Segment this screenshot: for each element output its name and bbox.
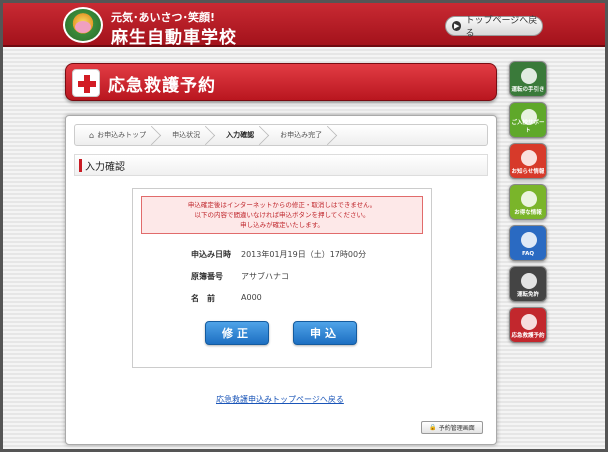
reservation-management-button[interactable]: 🔒 予約管理画面 — [421, 421, 483, 434]
warning-message: 申込確定後はインターネットからの修正・取消しはできません。 以下の内容で間違いな… — [141, 196, 423, 234]
sidebar-item-deals[interactable]: お得な情報 — [509, 184, 547, 220]
back-to-top-link[interactable]: 応急救護申込みトップページへ戻る — [216, 394, 344, 405]
warning-line: 申込確定後はインターネットからの修正・取消しはできません。 — [187, 201, 377, 209]
detail-value: アサブハナコ — [241, 272, 289, 281]
breadcrumb-item-complete: お申込み完了 — [266, 125, 334, 145]
red-cross-icon — [72, 69, 100, 97]
detail-value: 2013年01月19日（土）17時00分 — [241, 250, 367, 259]
home-icon: ⌂ — [89, 130, 95, 140]
breadcrumb-label: 入力確認 — [226, 131, 255, 139]
sidebar-item-support[interactable]: ご入校サポート — [509, 102, 547, 138]
sidebar-item-manual[interactable]: 運転の手引き — [509, 61, 547, 97]
breadcrumb-item-confirm: 入力確認 — [212, 125, 266, 145]
breadcrumb-label: 申込状況 — [172, 131, 201, 139]
sidebar-item-label: お得な情報 — [514, 210, 542, 216]
section-heading: 入力確認 — [74, 154, 488, 176]
sidebar-item-label: ご入校サポート — [511, 120, 545, 134]
sidebar-item-license[interactable]: 運転免許 — [509, 266, 547, 302]
lock-icon: 🔒 — [429, 424, 437, 431]
warning-line: 以下の内容で間違いなければ申込ボタンを押してください。 — [194, 211, 370, 219]
school-mascot-logo[interactable] — [63, 7, 103, 43]
warning-line: 申し込みが確定いたします。 — [240, 221, 324, 229]
breadcrumb-label: お申込み完了 — [280, 131, 323, 139]
detail-label: 名 前 — [191, 294, 215, 303]
submit-button[interactable]: 申込 — [293, 321, 357, 345]
breadcrumb-item-status[interactable]: 申込状況 — [158, 125, 212, 145]
play-arrow-icon: ▶ — [452, 21, 462, 31]
first-aid-icon — [521, 314, 537, 330]
sidebar-item-label: 応急救護予約 — [511, 333, 545, 339]
faq-icon — [521, 232, 537, 248]
page-banner: 応急救護予約 — [65, 63, 497, 101]
manual-icon — [521, 68, 537, 84]
sidebar-item-faq[interactable]: FAQ — [509, 225, 547, 261]
sidebar-item-label: FAQ — [521, 251, 535, 257]
detail-row-ledger-number: 原簿番号 アサブハナコ — [191, 271, 289, 282]
sidebar-item-label: 運転の手引き — [511, 87, 545, 93]
detail-row-datetime: 申込み日時 2013年01月19日（土）17時00分 — [191, 249, 366, 260]
deal-icon — [521, 191, 537, 207]
page-title: 応急救護予約 — [108, 76, 216, 96]
site-header: 元気･あいさつ･笑顔! 麻生自動車学校 ▶ トップページへ戻る — [3, 3, 605, 48]
detail-label: 原簿番号 — [191, 272, 223, 281]
info-icon — [521, 150, 537, 166]
license-icon — [521, 273, 537, 289]
sidebar-item-label: 運転免許 — [516, 292, 539, 298]
school-name[interactable]: 麻生自動車学校 — [111, 23, 237, 48]
detail-value: A000 — [241, 293, 262, 302]
page-frame: 元気･あいさつ･笑顔! 麻生自動車学校 ▶ トップページへ戻る 応急救護予約 ⌂… — [0, 0, 608, 452]
breadcrumb-item-top[interactable]: ⌂ お申込みトップ — [75, 125, 158, 145]
detail-label: 申込み日時 — [191, 250, 231, 259]
confirmation-box: 申込確定後はインターネットからの修正・取消しはできません。 以下の内容で間違いな… — [132, 188, 432, 368]
sidebar-item-news[interactable]: お知らせ情報 — [509, 143, 547, 179]
main-panel: ⌂ お申込みトップ 申込状況 入力確認 お申込み完了 入力確認 申込確定後はイン… — [65, 115, 497, 445]
top-page-button-label: トップページへ戻る — [465, 16, 538, 39]
breadcrumb-label: お申込みトップ — [97, 131, 147, 139]
breadcrumb: ⌂ お申込みトップ 申込状況 入力確認 お申込み完了 — [74, 124, 488, 146]
detail-row-name: 名 前 A000 — [191, 293, 262, 304]
edit-button[interactable]: 修正 — [205, 321, 269, 345]
sidebar-item-first-aid[interactable]: 応急救護予約 — [509, 307, 547, 343]
sidebar-item-label: お知らせ情報 — [511, 169, 545, 175]
reservation-management-label: 予約管理画面 — [438, 425, 475, 432]
top-page-button[interactable]: ▶ トップページへ戻る — [445, 16, 543, 39]
